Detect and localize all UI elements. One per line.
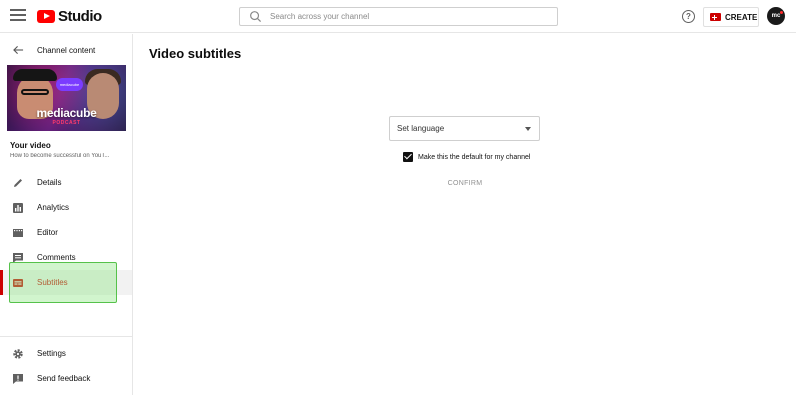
back-label: Channel content: [37, 45, 96, 55]
search-icon: [250, 11, 262, 23]
comment-icon: [13, 252, 23, 263]
language-select-value: Set language: [397, 124, 445, 133]
gear-icon: [13, 348, 23, 359]
film-icon: [13, 228, 23, 237]
top-bar: Studio ? CREATE mc: [0, 0, 796, 33]
sidebar-item-editor[interactable]: Editor: [0, 220, 132, 245]
sidebar: Channel content mediacube mediacube PODC…: [0, 34, 133, 395]
video-thumbnail[interactable]: mediacube mediacube PODCAST: [7, 65, 126, 131]
default-language-option[interactable]: Make this the default for my channel: [403, 152, 530, 162]
thumbnail-subtitle: PODCAST: [52, 120, 81, 126]
logo-text: Studio: [58, 8, 102, 25]
glasses-shape: [21, 89, 49, 95]
studio-logo[interactable]: Studio: [37, 7, 102, 26]
language-select[interactable]: Set language: [389, 116, 540, 141]
subtitles-icon: [13, 278, 23, 287]
youtube-play-icon: [37, 10, 55, 23]
default-checkbox-label: Make this the default for my channel: [418, 153, 531, 161]
sidebar-item-label: Editor: [37, 228, 58, 237]
video-title: How to become successful on YouT...: [10, 153, 110, 159]
your-video-heading: Your video: [10, 141, 51, 150]
avatar-dot: [780, 11, 783, 14]
sidebar-divider: [0, 336, 132, 337]
arrow-back-icon: [13, 45, 24, 55]
sidebar-item-label: Settings: [37, 349, 66, 358]
back-to-channel-content[interactable]: Channel content: [0, 42, 132, 58]
sidebar-item-label: Analytics: [37, 203, 70, 212]
search-box[interactable]: [239, 7, 558, 26]
help-icon[interactable]: ?: [682, 10, 695, 23]
default-checkbox[interactable]: [403, 152, 413, 162]
avatar[interactable]: mc: [767, 7, 785, 25]
sidebar-item-details[interactable]: Details: [0, 170, 132, 195]
sidebar-item-label: Details: [37, 178, 62, 187]
bar-chart-icon: [13, 202, 23, 213]
page-title: Video subtitles: [149, 46, 242, 61]
sidebar-item-label: Send feedback: [37, 374, 91, 383]
sidebar-item-settings[interactable]: Settings: [0, 341, 132, 366]
hamburger-menu-icon[interactable]: [10, 9, 26, 23]
dropdown-arrow-icon: [525, 127, 531, 131]
confirm-button[interactable]: CONFIRM: [440, 180, 490, 194]
sidebar-item-analytics[interactable]: Analytics: [0, 195, 132, 220]
create-label: CREATE: [725, 12, 758, 22]
sidebar-item-label: Subtitles: [37, 278, 68, 287]
sidebar-item-comments[interactable]: Comments: [0, 245, 132, 270]
search-input[interactable]: [270, 12, 540, 21]
pencil-icon: [14, 178, 22, 187]
feedback-icon: [13, 373, 23, 384]
create-button[interactable]: CREATE: [703, 7, 759, 27]
hat-shape: [13, 69, 57, 81]
thumbnail-title: mediacube: [36, 106, 97, 120]
sidebar-item-label: Comments: [37, 253, 76, 262]
avatar-text: mc: [771, 13, 781, 19]
video-plus-icon: [710, 13, 721, 21]
sidebar-item-subtitles[interactable]: Subtitles: [0, 270, 132, 295]
sidebar-item-send-feedback[interactable]: Send feedback: [0, 366, 132, 391]
speech-bubble: mediacube: [56, 78, 83, 91]
